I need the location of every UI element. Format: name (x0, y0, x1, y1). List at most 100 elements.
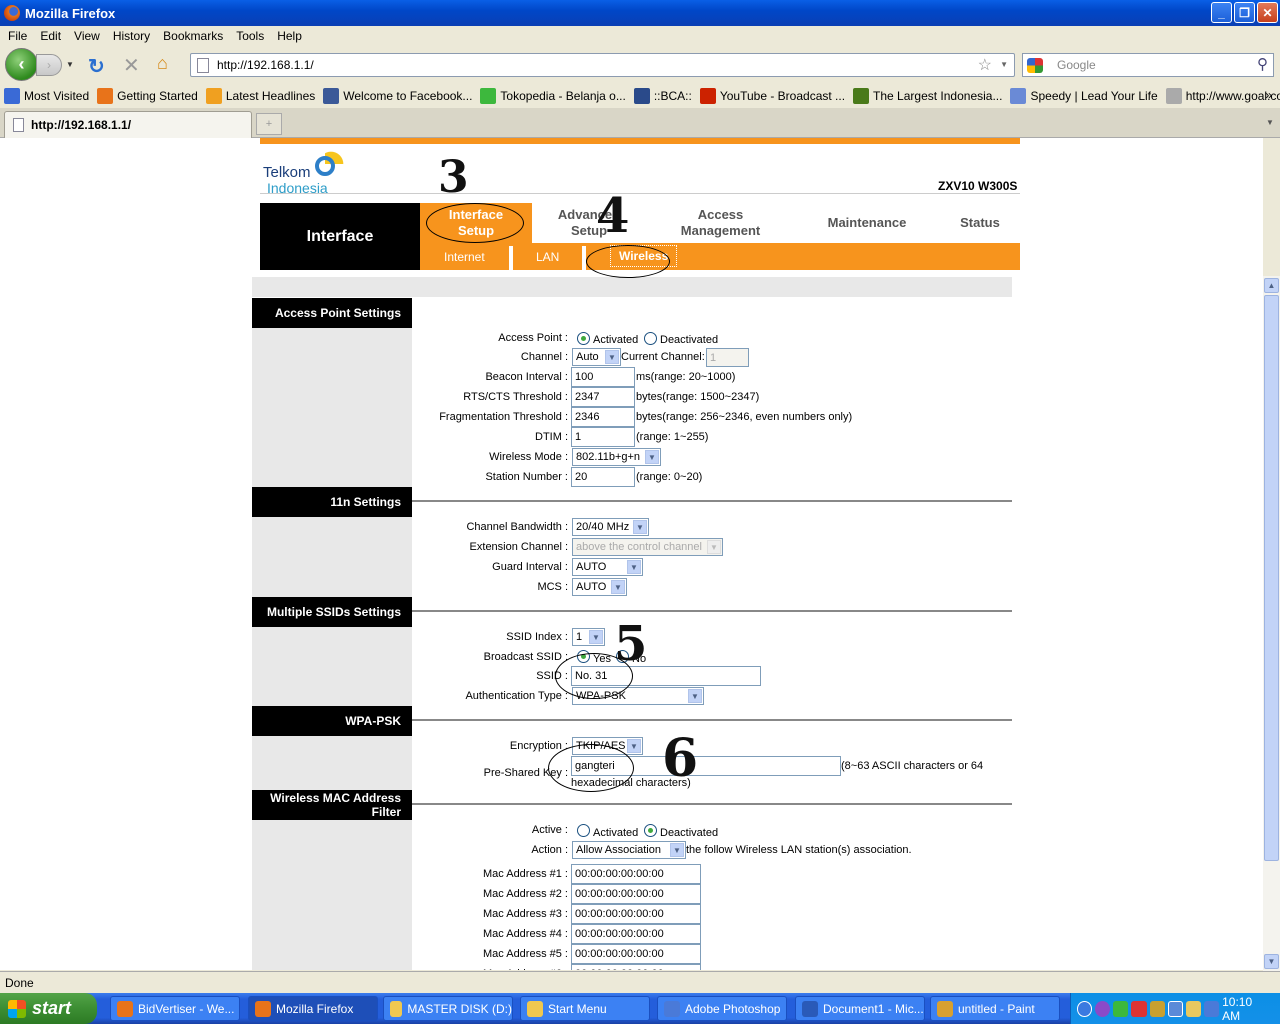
tray-app-icon[interactable] (1167, 1000, 1183, 1017)
scroll-thumb[interactable] (1264, 295, 1279, 861)
new-tab-button[interactable]: + (256, 113, 282, 135)
annotation-number-3: 3 (438, 152, 469, 203)
mac-action-select[interactable]: Allow Association ▼ (572, 841, 686, 859)
start-button[interactable]: start (0, 993, 97, 1024)
mac-deactivated-radio[interactable] (644, 824, 657, 837)
mac-action-value: Allow Association (576, 844, 661, 856)
rts-threshold-input[interactable]: 2347 (571, 387, 635, 407)
bookmark-item[interactable]: Most Visited (4, 88, 89, 104)
access-point-deactivated-radio[interactable] (644, 332, 657, 345)
nav-status[interactable]: Status (950, 203, 1010, 243)
mac-address-input[interactable]: 00:00:00:00:00:00 (571, 884, 701, 904)
reload-icon[interactable]: ↻ (88, 54, 105, 79)
taskbar-item[interactable]: Mozilla Firefox (248, 996, 378, 1021)
stop-icon[interactable]: ✕ (123, 53, 140, 78)
taskbar-item[interactable]: BidVertiser - We... (110, 996, 240, 1021)
subnav-internet[interactable]: Internet (444, 243, 485, 270)
menu-edit[interactable]: Edit (40, 29, 61, 43)
search-icon[interactable]: ⚲ (1257, 55, 1268, 73)
tray-app-icon[interactable] (1149, 1000, 1165, 1017)
activated-label: Activated (593, 334, 639, 346)
tray-expand-icon[interactable] (1077, 1000, 1093, 1017)
search-placeholder[interactable]: Google (1057, 58, 1096, 72)
taskbar-item[interactable]: untitled - Paint (930, 996, 1060, 1021)
folder-icon (390, 1000, 403, 1017)
scroll-down-button[interactable]: ▼ (1264, 954, 1279, 969)
mac-address-input[interactable]: 00:00:00:00:00:00 (571, 924, 701, 944)
bookmark-star-icon[interactable]: ☆ (978, 55, 992, 75)
scroll-up-button[interactable]: ▲ (1264, 278, 1279, 293)
url-dropdown-icon[interactable]: ▼ (1000, 60, 1008, 69)
mcs-select[interactable]: AUTO ▼ (572, 578, 627, 596)
tray-app-icon[interactable] (1203, 1000, 1220, 1017)
taskbar-item[interactable]: MASTER DISK (D:) (383, 996, 513, 1021)
minimize-button[interactable]: _ (1211, 2, 1232, 23)
vertical-scrollbar[interactable]: ▲ ▼ (1263, 276, 1280, 971)
top-orange-bar (260, 138, 1020, 144)
back-button[interactable]: ‹ (5, 48, 38, 81)
station-number-input[interactable]: 20 (571, 467, 635, 487)
url-text[interactable]: http://192.168.1.1/ (217, 58, 314, 72)
mac-activated-radio[interactable] (577, 824, 590, 837)
menu-help[interactable]: Help (277, 29, 302, 43)
dtim-hint: (range: 1~255) (636, 431, 709, 443)
channel-select[interactable]: Auto ▼ (572, 348, 621, 366)
tray-antivirus-icon[interactable] (1131, 1000, 1147, 1017)
forward-button[interactable]: › (36, 54, 62, 76)
channel-bandwidth-select[interactable]: 20/40 MHz ▼ (572, 518, 649, 536)
nav-maintenance[interactable]: Maintenance (812, 203, 922, 243)
menu-file[interactable]: File (8, 29, 27, 43)
restore-button[interactable]: ❐ (1234, 2, 1255, 23)
mac-action-label: Action : (531, 844, 568, 856)
url-bar[interactable]: http://192.168.1.1/ ☆ ▼ (190, 53, 1015, 77)
bookmark-item[interactable]: http://www.goal.com/... (1165, 88, 1280, 104)
bookmark-item[interactable]: YouTube - Broadcast ... (699, 88, 845, 104)
subnav-lan[interactable]: LAN (536, 243, 559, 270)
menu-view[interactable]: View (74, 29, 100, 43)
dtim-input[interactable]: 1 (571, 427, 635, 447)
access-point-activated-radio[interactable] (577, 332, 590, 345)
mac-address-input[interactable]: 00:00:00:00:00:00 (571, 964, 701, 970)
bookmark-item[interactable]: Latest Headlines (205, 88, 315, 104)
bookmarks-overflow-button[interactable]: » (1265, 88, 1272, 102)
wireless-mode-select[interactable]: 802.11b+g+n ▼ (572, 448, 661, 466)
tray-network-icon[interactable] (1185, 1000, 1201, 1017)
nav-access-management[interactable]: Access Management (658, 203, 783, 243)
taskbar-item[interactable]: Adobe Photoshop (657, 996, 787, 1021)
tab-list-icon[interactable]: ▼ (1263, 114, 1277, 132)
bookmark-item[interactable]: Welcome to Facebook... (323, 88, 472, 104)
status-text: Done (5, 976, 34, 990)
google-icon[interactable] (1027, 58, 1043, 73)
search-box[interactable]: Google ⚲ (1022, 53, 1274, 77)
bookmark-item[interactable]: Getting Started (97, 88, 198, 104)
menu-bookmarks[interactable]: Bookmarks (163, 29, 223, 43)
fragmentation-input[interactable]: 2346 (571, 407, 635, 427)
section-divider (412, 803, 1012, 805)
taskbar-item[interactable]: Document1 - Mic... (795, 996, 925, 1021)
annotation-circle-ssid (555, 653, 633, 699)
bookmark-item[interactable]: The Largest Indonesia... (853, 88, 1002, 104)
taskbar-item-label: Document1 - Mic... (823, 1001, 924, 1016)
menu-history[interactable]: History (113, 29, 150, 43)
page-content: Telkom Indonesia ZXV10 W300S Interface I… (0, 138, 1263, 970)
mac-address-input[interactable]: 00:00:00:00:00:00 (571, 944, 701, 964)
tray-app-icon[interactable] (1095, 1000, 1111, 1017)
taskbar-item[interactable]: Start Menu (520, 996, 650, 1021)
bookmark-item[interactable]: Tokopedia - Belanja o... (480, 88, 626, 104)
close-button[interactable]: ✕ (1257, 2, 1278, 23)
tab-router[interactable]: http://192.168.1.1/ (4, 111, 252, 138)
mac-address-input[interactable]: 00:00:00:00:00:00 (571, 904, 701, 924)
psk-label: Pre-Shared Key : (483, 767, 568, 779)
beacon-interval-input[interactable]: 100 (571, 367, 635, 387)
mac-address-input[interactable]: 00:00:00:00:00:00 (571, 864, 701, 884)
history-dropdown-icon[interactable]: ▼ (66, 60, 74, 69)
ssid-index-select[interactable]: 1 ▼ (572, 628, 605, 646)
home-icon[interactable]: ⌂ (157, 53, 168, 74)
taskbar-item-label: Adobe Photoshop (685, 1001, 781, 1016)
bookmark-item[interactable]: Speedy | Lead Your Life (1010, 88, 1158, 104)
bookmark-item[interactable]: ::BCA:: (633, 88, 692, 104)
tray-app-icon[interactable] (1113, 1000, 1129, 1017)
menu-tools[interactable]: Tools (236, 29, 264, 43)
section-11n-settings: 11n Settings (252, 487, 412, 517)
guard-interval-select[interactable]: AUTO ▼ (572, 558, 643, 576)
